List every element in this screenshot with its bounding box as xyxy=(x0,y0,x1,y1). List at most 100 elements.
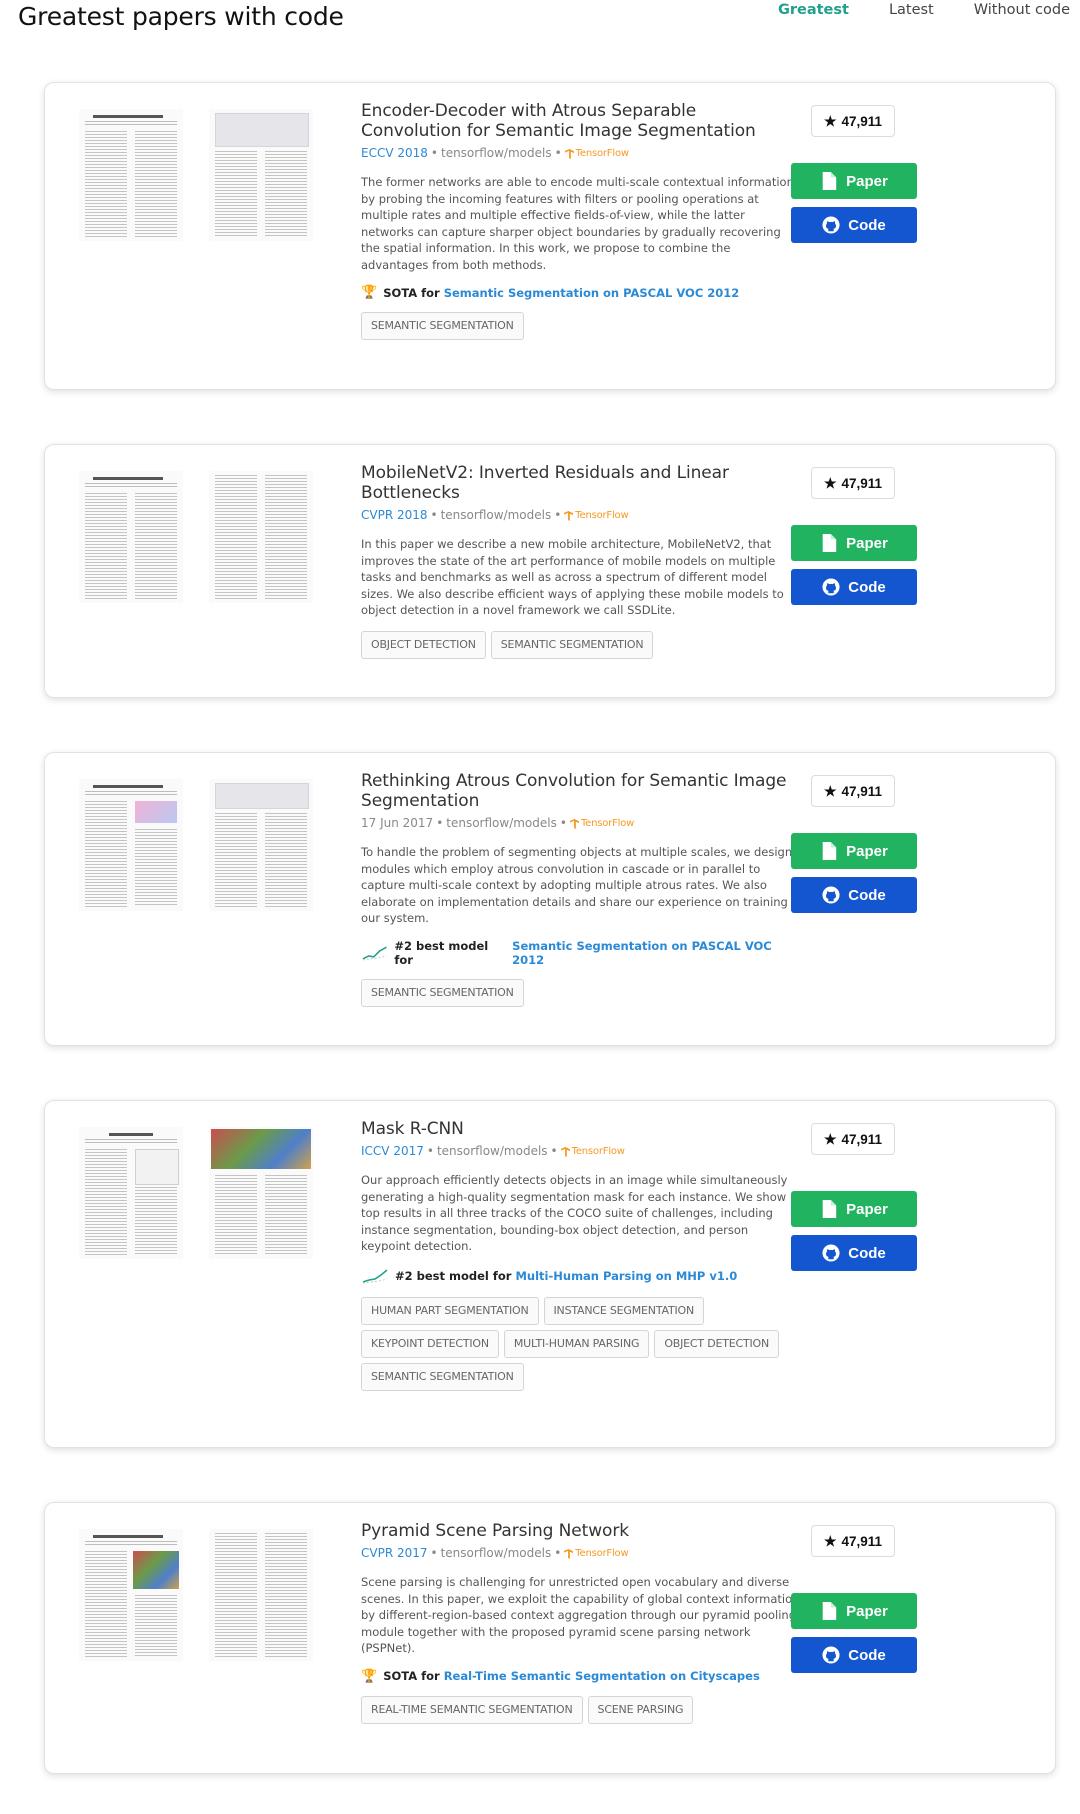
code-button[interactable]: Code xyxy=(791,877,917,913)
paper-page-preview xyxy=(79,1529,183,1661)
star-count-value: 47,911 xyxy=(841,113,883,129)
task-tag[interactable]: OBJECT DETECTION xyxy=(361,630,486,659)
paper-venue[interactable]: CVPR 2017 xyxy=(361,1546,428,1560)
paper-card: Rethinking Atrous Convolution for Semant… xyxy=(44,752,1056,1046)
sort-tabs: Greatest Latest Without code xyxy=(778,2,1070,18)
paper-venue[interactable]: CVPR 2018 xyxy=(361,508,428,522)
paper-title[interactable]: Rethinking Atrous Convolution for Semant… xyxy=(361,771,801,811)
code-button[interactable]: Code xyxy=(791,1235,917,1271)
task-tag[interactable]: SEMANTIC SEGMENTATION xyxy=(361,312,524,340)
paper-page-preview xyxy=(209,779,313,911)
github-icon xyxy=(822,1646,840,1664)
star-count-value: 47,911 xyxy=(841,1131,883,1147)
task-tag[interactable]: HUMAN PART SEGMENTATION xyxy=(361,1296,539,1325)
paper-thumbnail[interactable] xyxy=(79,471,319,606)
paper-button[interactable]: Paper xyxy=(791,1593,917,1629)
star-icon: ★ xyxy=(823,1130,837,1147)
task-tags: SEMANTIC SEGMENTATION xyxy=(361,978,801,1007)
paper-button[interactable]: Paper xyxy=(791,1191,917,1227)
code-button-label: Code xyxy=(848,216,886,234)
task-tag[interactable]: MULTI-HUMAN PARSING xyxy=(503,1329,650,1358)
paper-venue[interactable]: ICCV 2017 xyxy=(361,1144,424,1158)
paper-title[interactable]: Mask R-CNN xyxy=(361,1119,801,1139)
paper-meta: 17 Jun 2017 • tensorflow/models • Tensor… xyxy=(361,816,635,830)
paper-abstract: In this paper we describe a new mobile a… xyxy=(361,537,784,617)
task-tag[interactable]: SEMANTIC SEGMENTATION xyxy=(361,1362,524,1391)
sota-benchmark-link[interactable]: Semantic Segmentation on PASCAL VOC 2012 xyxy=(512,939,801,967)
paper-content: MobileNetV2: Inverted Residuals and Line… xyxy=(361,463,801,659)
sota-benchmark-link[interactable]: Multi-Human Parsing on MHP v1.0 xyxy=(515,1269,737,1283)
code-button[interactable]: Code xyxy=(791,569,917,605)
task-tag[interactable]: KEYPOINT DETECTION xyxy=(361,1329,499,1358)
code-button-label: Code xyxy=(848,1244,886,1262)
paper-venue[interactable]: ECCV 2018 xyxy=(361,146,428,160)
sota-prefix: SOTA for xyxy=(383,1669,440,1683)
paper-card: MobileNetV2: Inverted Residuals and Line… xyxy=(44,444,1056,698)
task-tag[interactable]: SEMANTIC SEGMENTATION xyxy=(490,630,654,659)
star-count-value: 47,911 xyxy=(841,1533,883,1549)
task-tags: REAL-TIME SEMANTIC SEGMENTATION SCENE PA… xyxy=(361,1695,801,1724)
paper-button-label: Paper xyxy=(846,1200,888,1218)
task-tags: HUMAN PART SEGMENTATION INSTANCE SEGMENT… xyxy=(361,1296,801,1391)
paper-thumbnail[interactable] xyxy=(79,109,319,244)
framework-label: TensorFlow xyxy=(580,817,635,829)
star-icon: ★ xyxy=(823,782,837,799)
repo-name: tensorflow/models xyxy=(440,146,552,160)
sota-prefix: SOTA for xyxy=(383,285,440,300)
sota-line: #2 best model for Semantic Segmentation … xyxy=(361,939,801,967)
framework-label: TensorFlow xyxy=(571,1145,625,1157)
tab-without-code[interactable]: Without code xyxy=(974,2,1070,18)
paper-thumbnail[interactable] xyxy=(79,779,319,914)
star-count: ★ 47,911 xyxy=(811,1525,895,1557)
paper-page-preview xyxy=(79,471,183,603)
code-button-label: Code xyxy=(848,886,886,904)
tensorflow-icon xyxy=(569,819,579,829)
file-icon xyxy=(822,172,837,190)
task-tags: SEMANTIC SEGMENTATION xyxy=(361,312,801,340)
paper-card: Pyramid Scene Parsing Network CVPR 2017 … xyxy=(44,1502,1056,1774)
github-icon xyxy=(822,578,840,596)
paper-meta: ICCV 2017 • tensorflow/models • TensorFl… xyxy=(361,1144,625,1158)
sota-benchmark-link[interactable]: Real-Time Semantic Segmentation on Citys… xyxy=(444,1669,760,1683)
paper-meta: ECCV 2018 • tensorflow/models • TensorFl… xyxy=(361,146,629,160)
paper-button[interactable]: Paper xyxy=(791,525,917,561)
task-tag[interactable]: SCENE PARSING xyxy=(587,1695,694,1724)
code-button[interactable]: Code xyxy=(791,207,917,243)
task-tag[interactable]: OBJECT DETECTION xyxy=(654,1329,780,1358)
file-icon xyxy=(822,534,837,552)
paper-page-preview xyxy=(209,471,313,603)
paper-page-preview xyxy=(209,1529,313,1661)
star-count-value: 47,911 xyxy=(841,783,883,799)
repo-name: tensorflow/models xyxy=(436,1144,548,1158)
framework-label: TensorFlow xyxy=(575,1547,629,1559)
star-icon: ★ xyxy=(823,1532,837,1549)
sota-line: 🏆 SOTA for Real-Time Semantic Segmentati… xyxy=(361,1669,801,1684)
paper-title[interactable]: Encoder-Decoder with Atrous Separable Co… xyxy=(361,101,801,141)
paper-title[interactable]: MobileNetV2: Inverted Residuals and Line… xyxy=(361,463,801,503)
paper-content: Rethinking Atrous Convolution for Semant… xyxy=(361,771,801,1007)
paper-page-preview xyxy=(209,1127,313,1259)
paper-abstract: Scene parsing is challenging for unrestr… xyxy=(361,1575,800,1655)
paper-button[interactable]: Paper xyxy=(791,163,917,199)
paper-page-preview xyxy=(79,779,183,911)
task-tag[interactable]: REAL-TIME SEMANTIC SEGMENTATION xyxy=(361,1695,583,1724)
paper-thumbnail[interactable] xyxy=(79,1529,319,1664)
sota-benchmark-link[interactable]: Semantic Segmentation on PASCAL VOC 2012 xyxy=(444,286,740,300)
framework-label: TensorFlow xyxy=(575,147,629,159)
trophy-icon: 🏆 xyxy=(361,285,378,300)
star-icon: ★ xyxy=(823,474,837,491)
paper-button[interactable]: Paper xyxy=(791,833,917,869)
sota-prefix: #2 best model for xyxy=(395,1268,512,1283)
task-tag[interactable]: SEMANTIC SEGMENTATION xyxy=(361,978,524,1007)
task-tag[interactable]: INSTANCE SEGMENTATION xyxy=(543,1296,705,1325)
paper-thumbnail[interactable] xyxy=(79,1127,319,1262)
code-button[interactable]: Code xyxy=(791,1637,917,1673)
tab-latest[interactable]: Latest xyxy=(889,2,934,18)
paper-abstract: To handle the problem of segmenting obje… xyxy=(361,845,793,925)
paper-button-label: Paper xyxy=(846,1602,888,1620)
file-icon xyxy=(822,1200,837,1218)
star-count-value: 47,911 xyxy=(841,475,883,491)
tab-greatest[interactable]: Greatest xyxy=(778,2,849,18)
paper-title[interactable]: Pyramid Scene Parsing Network xyxy=(361,1521,801,1541)
rank-chart-icon xyxy=(362,945,387,960)
